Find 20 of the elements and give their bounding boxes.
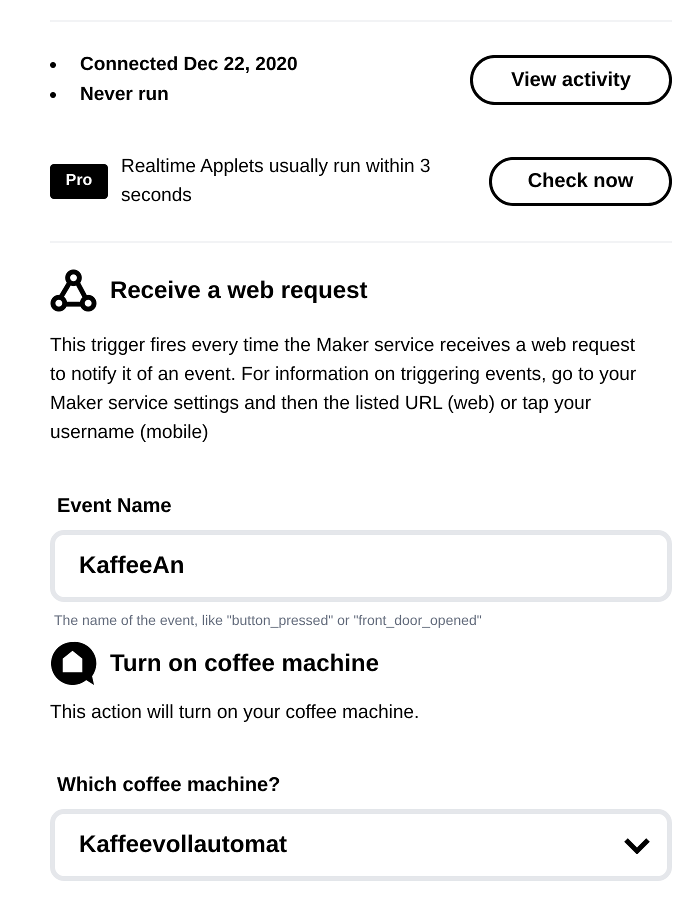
helper-text: The name of the event, like "button_pressed" or "front_door_opened" [53, 611, 483, 630]
field-label: Which coffee machine? [56, 773, 282, 798]
pro-badge: Pro [50, 164, 108, 198]
status-item: Connected Dec 22, 2020 [80, 52, 298, 77]
bullet-icon [50, 62, 56, 68]
section-title: Turn on coffee machine [110, 648, 379, 678]
event-name-field[interactable]: KaffeeAn [50, 530, 672, 602]
check-now-button[interactable]: Check now [489, 156, 672, 206]
pro-description: Realtime Applets usually run within 3 seconds [121, 155, 432, 208]
house-bubble-icon [50, 641, 97, 686]
webhook-icon [50, 268, 97, 313]
view-activity-button[interactable]: View activity [470, 55, 672, 105]
bullet-icon [50, 92, 56, 98]
chevron-down-icon [623, 836, 651, 854]
field-label: Event Name [56, 494, 172, 519]
action-description: This action will turn on your coffee machine. [50, 701, 420, 725]
status-item: Never run [80, 82, 169, 107]
section-title: Receive a web request [110, 276, 368, 306]
machine-select[interactable]: Kaffeevollautomat [50, 809, 672, 881]
trigger-description: This trigger fires every time the Maker service receives a web request to notify it of an event. For information on triggering events, go to your Maker service settings and then the listed URL (web) or tap your username (mobile) [50, 334, 638, 445]
